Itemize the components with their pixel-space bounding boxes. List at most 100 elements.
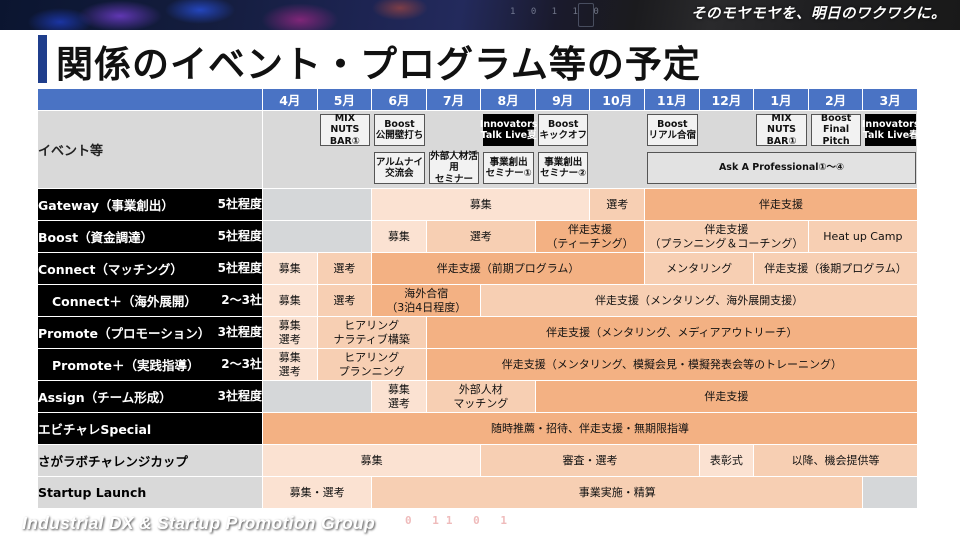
page-title: 関係のイベント・プログラム等の予定 bbox=[56, 43, 701, 86]
schedule-cell: 伴走支援（メンタリング、海外展開支援） bbox=[480, 284, 918, 317]
row-label-text: Gateway（事業創出） bbox=[38, 198, 174, 213]
table-body: イベント等 MIX NUTS BAR① Boost 公開壁打ち Innovators … bbox=[37, 110, 920, 509]
row-label-count: 2〜3社 bbox=[221, 293, 262, 307]
row-label: エビチャレSpecial bbox=[37, 412, 263, 445]
event-chip-label: MIX NUTS BAR① bbox=[766, 112, 797, 147]
schedule-cell: 伴走支援（メンタリング、メディアアウトリーチ） bbox=[425, 316, 918, 349]
table-row: さがラボチャレンジカップ 募集 審査・選考 表彰式 以降、機会提供等 bbox=[37, 444, 918, 477]
event-chip-label: 事業創出 セミナー① bbox=[485, 156, 532, 179]
event-chip: 外部人材活用 セミナー bbox=[428, 150, 480, 185]
schedule-cell: 伴走支援（前期プログラム） bbox=[371, 252, 646, 285]
schedule-cell: 募集 bbox=[371, 188, 591, 221]
schedule-cell: 募集 選考 bbox=[262, 348, 318, 381]
schedule-cell: 選考 bbox=[589, 188, 646, 221]
month-header-9: 12月 bbox=[698, 88, 755, 111]
events-container: MIX NUTS BAR① Boost 公開壁打ち Innovators Talk … bbox=[262, 110, 920, 189]
table-header: 4月 5月 6月 7月 8月 9月 10月 11月 12月 1月 2月 3月 bbox=[37, 88, 918, 111]
schedule-cell: 募集 bbox=[261, 444, 482, 477]
schedule-cell: 表彰式 bbox=[698, 444, 755, 477]
row-label-text: Startup Launch bbox=[38, 485, 147, 500]
schedule-cell: 募集 bbox=[371, 220, 427, 253]
row-label-text: さがラボチャレンジカップ bbox=[38, 454, 188, 469]
month-header-12: 3月 bbox=[862, 88, 918, 111]
row-label-count: 2〜3社 bbox=[221, 357, 262, 371]
schedule-cell: 募集 選考 bbox=[262, 316, 318, 349]
event-chip: Innovators Talk Live夏 bbox=[480, 114, 537, 146]
row-label-text: エビチャレSpecial bbox=[38, 422, 152, 437]
schedule-cell: 事業実施・精算 bbox=[371, 476, 864, 509]
schedule-cell: 伴走支援（後期プログラム） bbox=[753, 252, 918, 285]
slide-body: 関係のイベント・プログラム等の予定 4月 5月 6月 7月 8月 9月 10月 11月 12月 1… bbox=[0, 30, 960, 509]
event-chip: アルムナイ 交流会 bbox=[374, 152, 425, 184]
row-label-events: イベント等 bbox=[37, 110, 263, 189]
event-chip-label: MIX NUTS BAR① bbox=[329, 112, 360, 147]
schedule-cell: メンタリング bbox=[644, 252, 755, 285]
schedule-cell bbox=[261, 188, 373, 221]
title-accent-bar bbox=[38, 35, 47, 83]
row-label-text: Boost（資金調達） bbox=[38, 230, 154, 245]
row-label-text: Connect＋（海外展開） bbox=[52, 294, 197, 309]
month-header-2: 5月 bbox=[316, 88, 373, 111]
schedule-cell: 伴走支援 bbox=[534, 380, 918, 413]
table-row: Assign（チーム形成） 3社程度 募集 選考 外部人材 マッチング 伴走支援 bbox=[37, 380, 918, 413]
schedule-cell bbox=[261, 220, 373, 253]
schedule-cell: 外部人材 マッチング bbox=[425, 380, 536, 413]
row-label: Connect＋（海外展開） 2〜3社 bbox=[37, 284, 263, 317]
schedule-cell: 募集 bbox=[262, 284, 318, 317]
schedule-cell: 随時推薦・招待、伴走支援・無期限指導 bbox=[262, 412, 918, 445]
schedule-cell: 審査・選考 bbox=[480, 444, 700, 477]
event-chip: Boost キックオフ bbox=[537, 114, 589, 146]
event-chip-label: Boost Final Pitch bbox=[820, 112, 852, 147]
schedule-cell: Heat up Camp bbox=[807, 220, 918, 253]
schedule-cell: 募集・選考 bbox=[261, 476, 373, 509]
event-chip: MIX NUTS BAR① bbox=[756, 112, 807, 147]
row-label-text: Assign（チーム形成） bbox=[38, 390, 172, 405]
row-label: Assign（チーム形成） 3社程度 bbox=[37, 380, 263, 413]
row-label: Connect（マッチング） 5社程度 bbox=[37, 252, 263, 285]
row-label-count: 5社程度 bbox=[217, 261, 262, 275]
month-header-7: 10月 bbox=[589, 88, 646, 111]
row-label-text: Promote＋（実践指導） bbox=[52, 358, 200, 373]
event-chip: Boost リアル合宿 bbox=[647, 114, 698, 146]
schedule-cell: 以降、機会提供等 bbox=[753, 444, 918, 477]
row-label-count: 3社程度 bbox=[217, 325, 262, 339]
schedule-cell: ヒアリング プランニング bbox=[316, 348, 427, 381]
schedule-cell: 選考 bbox=[316, 284, 373, 317]
month-header-row: 4月 5月 6月 7月 8月 9月 10月 11月 12月 1月 2月 3月 bbox=[37, 88, 918, 111]
events-row: イベント等 MIX NUTS BAR① Boost 公開壁打ち Innovators … bbox=[37, 110, 920, 189]
event-chip-label: Boost リアル合宿 bbox=[648, 118, 697, 141]
schedule-cell: 選考 bbox=[425, 220, 536, 253]
footer-group-name: Industrial DX & Startup Promotion Group bbox=[22, 513, 375, 533]
event-chip-label: Boost キックオフ bbox=[539, 118, 587, 141]
event-chip: Innovators Talk Live春 bbox=[862, 114, 920, 146]
table-row: Connect（マッチング） 5社程度 募集 選考 伴走支援（前期プログラム） メンタリン… bbox=[37, 252, 918, 285]
month-header-11: 2月 bbox=[807, 88, 864, 111]
footer-bar: 0 11 0 1 Industrial DX & Startup Promoti… bbox=[0, 508, 960, 540]
event-chip: 事業創出 セミナー① bbox=[483, 152, 534, 184]
schedule-cell: 伴走支援（メンタリング、模擬会見・模擬発表会等のトレーニング） bbox=[425, 348, 918, 381]
table-row: Connect＋（海外展開） 2〜3社 募集 選考 海外合宿 （3泊4日程度） 伴走支援（… bbox=[37, 284, 918, 317]
schedule-cell bbox=[862, 476, 918, 509]
schedule-cell: 海外合宿 （3泊4日程度） bbox=[371, 284, 482, 317]
top-banner: 1 0 1 1 0 そのモヤモヤを、明日のワクワクに。 bbox=[0, 0, 960, 30]
event-chip-label: 外部人材活用 セミナー bbox=[430, 150, 478, 185]
row-label-count: 5社程度 bbox=[217, 197, 262, 211]
table-row: Startup Launch 募集・選考 事業実施・精算 bbox=[37, 476, 918, 509]
month-header-6: 9月 bbox=[534, 88, 591, 111]
schedule-table: 4月 5月 6月 7月 8月 9月 10月 11月 12月 1月 2月 3月 イベント等 MIX NUT… bbox=[37, 88, 920, 509]
row-label-count: 5社程度 bbox=[217, 229, 262, 243]
row-label-text: Promote（プロモーション） bbox=[38, 326, 211, 341]
row-label-text: Connect（マッチング） bbox=[38, 262, 183, 277]
row-label: Promote＋（実践指導） 2〜3社 bbox=[37, 348, 263, 381]
schedule-cell: 伴走支援 （プランニング＆コーチング） bbox=[644, 220, 809, 253]
table-row: エビチャレSpecial 随時推薦・招待、伴走支援・無期限指導 bbox=[37, 412, 918, 445]
event-chip: MIX NUTS BAR① bbox=[319, 112, 371, 147]
event-chip-label: アルムナイ 交流会 bbox=[375, 156, 424, 179]
banner-device-icon bbox=[578, 3, 594, 27]
row-label: さがラボチャレンジカップ bbox=[37, 444, 263, 477]
event-chip-label: Ask A Professional①〜④ bbox=[718, 162, 845, 174]
table-row: Promote＋（実践指導） 2〜3社 募集 選考 ヒアリング プランニング 伴走支援（… bbox=[37, 348, 918, 381]
row-label-count: 3社程度 bbox=[217, 389, 262, 403]
row-label: Gateway（事業創出） 5社程度 bbox=[37, 188, 263, 221]
schedule-cell: 伴走支援 bbox=[644, 188, 918, 221]
